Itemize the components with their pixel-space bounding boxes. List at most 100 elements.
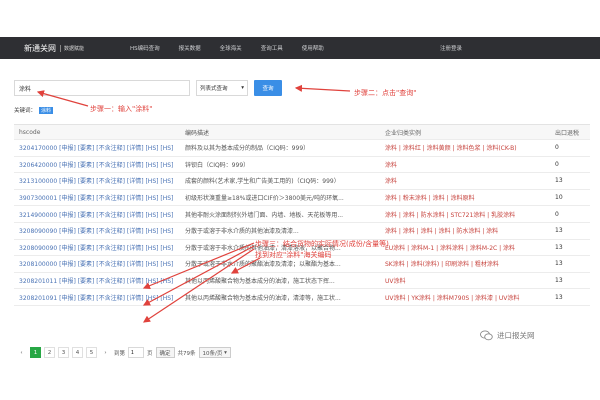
query-mode-value: 列表式查询 — [200, 86, 228, 92]
brand-name: 新通关网 — [24, 43, 56, 53]
cell-rebate: 13 — [555, 260, 563, 268]
watermark: 进口报关网 — [480, 330, 535, 341]
hscode-link[interactable]: 3208100000 — [19, 261, 57, 268]
page-number[interactable]: 3 — [58, 347, 69, 358]
search-bar: 列表式查询 ▾ 查询 — [14, 80, 282, 96]
cell-hscode: 3204170000 [申报] [要素] [不含注释] [详情] [HS] [H… — [14, 143, 181, 152]
hscode-actions[interactable]: [申报] [要素] [不含注释] [详情] [HS] [HS] — [59, 261, 173, 268]
hscode-link[interactable]: 3208090090 — [19, 245, 57, 252]
brand-subtitle: 数据赋能 — [60, 44, 84, 52]
cell-examples[interactable]: EU涂料 | 涂料M-1 | 涂料涂料 | 涂料M-2C | 涂料 — [381, 243, 551, 252]
cell-examples[interactable]: 涂料 | 涂料红 | 涂料黄颜 | 涂料色浆 | 涂料(CK-B) — [381, 143, 551, 152]
hscode-link[interactable]: 3213100000 — [19, 178, 57, 185]
keyword-row: 关键词： 涂料 — [14, 106, 54, 114]
nav-item-help[interactable]: 使用帮助 — [302, 44, 324, 52]
chevron-down-icon: ▾ — [241, 85, 244, 91]
cell-examples[interactable]: 涂料 | 涂料 | 涂料 | 涂料 | 防水涂料 | 涂料 — [381, 226, 551, 235]
hscode-actions[interactable]: [申报] [要素] [不含注释] [详情] [HS] [HS] — [59, 195, 173, 202]
per-page-select[interactable]: 10条/页 ▾ — [198, 347, 231, 358]
cell-description: 初级形状溴重量≥18%或进口CIF价＞3800美元/吨的环氧... — [185, 195, 344, 203]
page-number[interactable]: 4 — [72, 347, 83, 358]
goto-page-input[interactable] — [128, 347, 145, 358]
hscode-actions[interactable]: [申报] [要素] [不含注释] [详情] [HS] [HS] — [59, 295, 173, 302]
hscode-link[interactable]: 3204170000 — [19, 145, 57, 152]
hscode-actions[interactable]: [申报] [要素] [不含注释] [详情] [HS] [HS] — [59, 212, 173, 219]
cell-examples[interactable]: SK涂料 | 涂料(涂料) | 印刷涂料 | 粗材涂料 — [381, 259, 551, 268]
hscode-link[interactable]: 3208201011 — [19, 278, 57, 285]
hscode-actions[interactable]: [申报] [要素] [不含注释] [详情] [HS] [HS] — [59, 228, 173, 235]
nav-item-declaration-data[interactable]: 报关数据 — [179, 44, 201, 52]
table-row[interactable]: 3208201091 [申报] [要素] [不含注释] [详情] [HS] [H… — [14, 289, 590, 306]
nav-item-global-customs[interactable]: 全球海关 — [220, 44, 242, 52]
cell-hscode: 3208090090 [申报] [要素] [不含注释] [详情] [HS] [H… — [14, 226, 181, 235]
per-page-value: 10条/页 — [202, 350, 223, 357]
cell-hscode: 3214900000 [申报] [要素] [不含注释] [详情] [HS] [H… — [14, 210, 181, 219]
cell-rebate: 10 — [555, 194, 563, 202]
table-row[interactable]: 3214900000 [申报] [要素] [不含注释] [详情] [HS] [H… — [14, 206, 590, 223]
cell-hscode: 3208090090 [申报] [要素] [不含注释] [详情] [HS] [H… — [14, 243, 181, 252]
table-row[interactable]: 3204170000 [申报] [要素] [不含注释] [详情] [HS] [H… — [14, 140, 590, 157]
cell-description: 分散于或溶于非水介质的其他油漆及清漆... — [185, 228, 299, 236]
cell-rebate: 0 — [555, 160, 559, 168]
cell-rebate: 13 — [555, 293, 563, 301]
nav-item-hs-query[interactable]: HS编码查询 — [130, 44, 160, 52]
watermark-text: 进口报关网 — [497, 331, 535, 340]
cell-examples[interactable]: 涂料 — [381, 176, 551, 185]
header-rebate[interactable]: 出口退税 — [551, 128, 590, 137]
login-link[interactable]: 注册登录 — [440, 44, 462, 52]
query-mode-select[interactable]: 列表式查询 ▾ — [196, 80, 248, 96]
hscode-actions[interactable]: [申报] [要素] [不含注释] [详情] [HS] [HS] — [59, 245, 173, 252]
search-input[interactable] — [14, 80, 190, 96]
total-count: 共79条 — [177, 350, 196, 357]
wechat-icon — [480, 330, 493, 341]
cell-hscode: 3208201091 [申报] [要素] [不含注释] [详情] [HS] [H… — [14, 293, 181, 302]
cell-rebate: 0 — [555, 210, 559, 218]
cell-rebate: 13 — [555, 227, 563, 235]
cell-examples[interactable]: 涂料 — [381, 160, 551, 169]
hscode-actions[interactable]: [申报] [要素] [不含注释] [详情] [HS] [HS] — [59, 162, 173, 169]
keyword-label: 关键词： — [14, 108, 37, 114]
cell-examples[interactable]: 涂料 | 涂料 | 防水涂料 | STC721涂料 | 乳胶涂料 — [381, 210, 551, 219]
page-number[interactable]: 5 — [86, 347, 97, 358]
hscode-link[interactable]: 3214900000 — [19, 212, 57, 219]
goto-confirm-button[interactable]: 确定 — [155, 347, 175, 358]
cell-description: 其他非耐火涂面制剂(外墙门面、内墙、地板、天花板等用... — [185, 211, 344, 219]
hscode-actions[interactable]: [申报] [要素] [不含注释] [详情] [HS] [HS] — [59, 145, 173, 152]
keyword-tag[interactable]: 涂料 — [39, 106, 54, 114]
header-hscode[interactable]: hscode — [14, 129, 181, 136]
hscode-link[interactable]: 3907300001 — [19, 195, 57, 202]
table-row[interactable]: 3206420000 [申报] [要素] [不含注释] [详情] [HS] [H… — [14, 157, 590, 174]
cell-hscode: 3206420000 [申报] [要素] [不含注释] [详情] [HS] [H… — [14, 160, 181, 169]
hscode-link[interactable]: 3208090090 — [19, 228, 57, 235]
annotation-step1: 步骤一：输入"涂料" — [90, 105, 153, 113]
prev-page-icon[interactable]: ‹ — [16, 347, 27, 358]
table-row[interactable]: 3208090090 [申报] [要素] [不含注释] [详情] [HS] [H… — [14, 223, 590, 240]
table-row[interactable]: 3213100000 [申报] [要素] [不含注释] [详情] [HS] [H… — [14, 173, 590, 190]
arrow-step2 — [294, 84, 351, 92]
next-page-icon[interactable]: › — [100, 347, 111, 358]
cell-description: 颜料及以其为基本成分的制品（CIQ码：999） — [185, 145, 310, 153]
annotation-step3-line2: 找到对应"涂料"海关编码 — [255, 251, 332, 259]
page-list: 12345 — [30, 347, 97, 358]
nav-item-query-tools[interactable]: 查询工具 — [261, 44, 283, 52]
table-row[interactable]: 3208201011 [申报] [要素] [不含注释] [详情] [HS] [H… — [14, 273, 590, 290]
hscode-actions[interactable]: [申报] [要素] [不含注释] [详情] [HS] [HS] — [59, 178, 173, 185]
cell-examples[interactable]: UV涂料 | YK涂料 | 涂料M790S | 涂料漆 | UV涂料 — [381, 293, 551, 302]
page-unit-label: 页 — [147, 350, 153, 357]
brand-logo[interactable]: 新通关网 数据赋能 — [24, 43, 84, 54]
hscode-link[interactable]: 3206420000 — [19, 162, 57, 169]
hscode-actions[interactable]: [申报] [要素] [不含注释] [详情] [HS] [HS] — [59, 278, 173, 285]
header-description[interactable]: 编码描述 — [181, 128, 381, 137]
header-examples[interactable]: 企业归类实例 — [381, 128, 551, 137]
page-number[interactable]: 1 — [30, 347, 41, 358]
query-button[interactable]: 查询 — [254, 80, 282, 96]
page-number[interactable]: 2 — [44, 347, 55, 358]
hscode-link[interactable]: 3208201091 — [19, 295, 57, 302]
cell-examples[interactable]: UV涂料 — [381, 276, 551, 285]
pagination: ‹ 12345 › 到第 页 确定 共79条 10条/页 ▾ — [16, 347, 231, 358]
table-row[interactable]: 3907300001 [申报] [要素] [不含注释] [详情] [HS] [H… — [14, 190, 590, 207]
cell-examples[interactable]: 涂料 | 粉末涂料 | 涂料 | 涂料原料 — [381, 193, 551, 202]
cell-description: 锌钡白（CIQ码：999） — [185, 161, 250, 169]
cell-description: 其他以丙烯酸聚合物为基本成分的油漆，施工状态下挥... — [185, 278, 335, 286]
cell-hscode: 3213100000 [申报] [要素] [不含注释] [详情] [HS] [H… — [14, 176, 181, 185]
